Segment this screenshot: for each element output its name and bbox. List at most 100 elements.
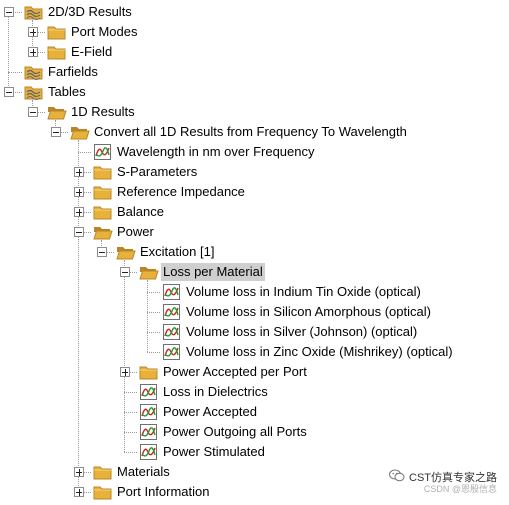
tree-item-label: Port Information (117, 484, 210, 499)
expand-toggle[interactable] (74, 167, 84, 177)
curve-plot-icon (162, 323, 182, 341)
tree-item-label: Volume loss in Silver (Johnson) (optical… (186, 324, 418, 339)
curve-plot-icon (93, 143, 113, 161)
folder-icon (93, 203, 113, 221)
tree-item-label: Port Modes (71, 24, 138, 39)
collapse-toggle[interactable] (97, 247, 107, 257)
tree-item-label: Volume loss in Zinc Oxide (Mishrikey) (o… (186, 344, 453, 359)
curve-plot-icon (139, 383, 159, 401)
expand-toggle[interactable] (28, 47, 38, 57)
collapse-toggle[interactable] (4, 87, 14, 97)
tree-connector (124, 260, 125, 452)
curve-plot-icon (162, 303, 182, 321)
tree-item-label: Volume loss in Indium Tin Oxide (optical… (186, 284, 421, 299)
tree-item-label: Materials (117, 464, 170, 479)
tree-item-power[interactable]: Power (93, 222, 156, 242)
tree-connector (124, 452, 137, 453)
result-tree: 2D/3D Results Port Modes E-Field Farfiel… (0, 0, 509, 505)
tree-item-label: Power Accepted per Port (163, 364, 307, 379)
tree-item-power-outgoing-all-ports[interactable]: Power Outgoing all Ports (139, 422, 309, 442)
results-folder-icon (24, 3, 44, 21)
tree-connector (8, 72, 22, 73)
tree-item-label: Power Outgoing all Ports (163, 424, 307, 439)
curve-plot-icon (139, 403, 159, 421)
expand-toggle[interactable] (74, 487, 84, 497)
results-folder-icon (24, 83, 44, 101)
tree-item-label: 2D/3D Results (48, 4, 132, 19)
tree-item-volume-loss-in-silicon-amorphous-optical[interactable]: Volume loss in Silicon Amorphous (optica… (162, 302, 433, 322)
tree-item-volume-loss-in-zinc-oxide-mishrikey-optical[interactable]: Volume loss in Zinc Oxide (Mishrikey) (o… (162, 342, 455, 362)
tree-connector (124, 432, 137, 433)
collapse-toggle[interactable] (51, 127, 61, 137)
tree-item-port-information[interactable]: Port Information (93, 482, 212, 502)
tree-item-materials[interactable]: Materials (93, 462, 172, 482)
tree-connector (147, 292, 160, 293)
folder-icon (47, 23, 67, 41)
tree-item-port-modes[interactable]: Port Modes (47, 22, 139, 42)
collapse-toggle[interactable] (120, 267, 130, 277)
tree-item-label: Balance (117, 204, 164, 219)
tree-item-label: Power Accepted (163, 404, 257, 419)
folder-icon (93, 483, 113, 501)
tree-item-reference-impedance[interactable]: Reference Impedance (93, 182, 247, 202)
tree-item-excitation-1[interactable]: Excitation [1] (116, 242, 216, 262)
tree-item-volume-loss-in-indium-tin-oxide-optical[interactable]: Volume loss in Indium Tin Oxide (optical… (162, 282, 423, 302)
curve-plot-icon (139, 423, 159, 441)
results-folder-icon (24, 63, 44, 81)
tree-connector (147, 280, 148, 352)
collapse-toggle[interactable] (28, 107, 38, 117)
tree-item-balance[interactable]: Balance (93, 202, 166, 222)
expand-toggle[interactable] (74, 207, 84, 217)
tree-connector (147, 352, 160, 353)
tree-item-label: Power Stimulated (163, 444, 265, 459)
collapse-toggle[interactable] (4, 7, 14, 17)
curve-plot-icon (162, 343, 182, 361)
tree-item-label: Tables (48, 84, 86, 99)
tree-item-label: Loss per Material (161, 263, 265, 281)
tree-item-farfields[interactable]: Farfields (24, 62, 100, 82)
tree-connector (8, 12, 9, 92)
wechat-icon (389, 469, 405, 485)
tree-item-label: 1D Results (71, 104, 135, 119)
tree-item-power-accepted-per-port[interactable]: Power Accepted per Port (139, 362, 309, 382)
tree-item-power-stimulated[interactable]: Power Stimulated (139, 442, 267, 462)
folder-open-icon (70, 123, 90, 141)
tree-item-tables[interactable]: Tables (24, 82, 88, 102)
tree-item-wavelength-in-nm-over-frequency[interactable]: Wavelength in nm over Frequency (93, 142, 317, 162)
tree-item-label: Wavelength in nm over Frequency (117, 144, 315, 159)
collapse-toggle[interactable] (74, 227, 84, 237)
tree-connector (124, 412, 137, 413)
tree-connector (124, 392, 137, 393)
tree-item-label: Power (117, 224, 154, 239)
folder-open-icon (47, 103, 67, 121)
tree-item-label: E-Field (71, 44, 113, 59)
tree-item-label: Excitation [1] (140, 244, 215, 259)
tree-item-loss-in-dielectrics[interactable]: Loss in Dielectrics (139, 382, 270, 402)
tree-item-power-accepted[interactable]: Power Accepted (139, 402, 259, 422)
tree-item-e-field[interactable]: E-Field (47, 42, 114, 62)
tree-item-label: S-Parameters (117, 164, 198, 179)
folder-open-icon (139, 263, 159, 281)
tree-item-2d-3d-results[interactable]: 2D/3D Results (24, 2, 134, 22)
tree-item-label: Loss in Dielectrics (163, 384, 268, 399)
folder-open-icon (116, 243, 136, 261)
tree-item-label: Convert all 1D Results from Frequency To… (94, 124, 407, 139)
expand-toggle[interactable] (74, 467, 84, 477)
tree-item-loss-per-material[interactable]: Loss per Material (139, 262, 265, 282)
tree-item-s-parameters[interactable]: S-Parameters (93, 162, 199, 182)
tree-connector (147, 312, 160, 313)
folder-icon (93, 163, 113, 181)
tree-item-convert-all-1d-results-from-frequency-to-wavelength[interactable]: Convert all 1D Results from Frequency To… (70, 122, 409, 142)
expand-toggle[interactable] (74, 187, 84, 197)
folder-icon (139, 363, 159, 381)
tree-item-1d-results[interactable]: 1D Results (47, 102, 137, 122)
tree-item-volume-loss-in-silver-johnson-optical[interactable]: Volume loss in Silver (Johnson) (optical… (162, 322, 419, 342)
expand-toggle[interactable] (120, 367, 130, 377)
curve-plot-icon (139, 443, 159, 461)
folder-open-icon (93, 223, 113, 241)
expand-toggle[interactable] (28, 27, 38, 37)
tree-item-label: Reference Impedance (117, 184, 245, 199)
watermark: CST仿真专家之路 CSDN @恩殷信息 (389, 469, 497, 494)
tree-item-label: Volume loss in Silicon Amorphous (optica… (186, 304, 431, 319)
tree-item-label: Farfields (48, 64, 98, 79)
